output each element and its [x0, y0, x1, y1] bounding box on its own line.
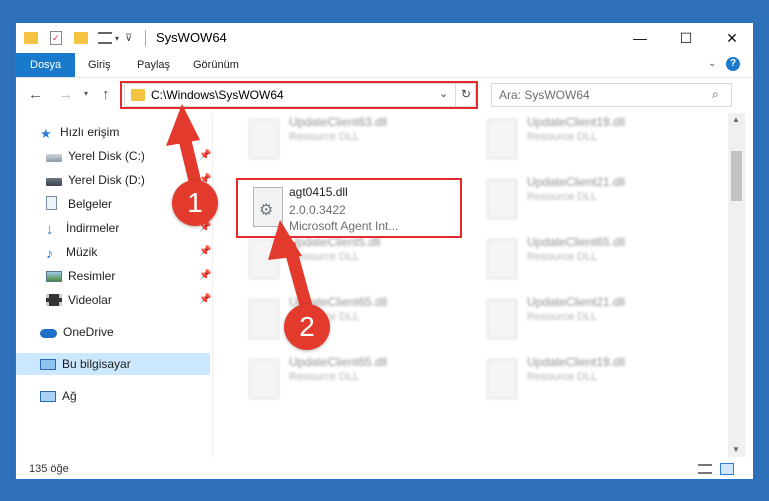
step-2-badge: 2	[284, 304, 330, 350]
arrow-1-head	[166, 104, 200, 146]
annotation-arrows	[166, 104, 316, 322]
arrow-2-head	[268, 220, 302, 260]
step-1-badge: 1	[172, 180, 218, 226]
